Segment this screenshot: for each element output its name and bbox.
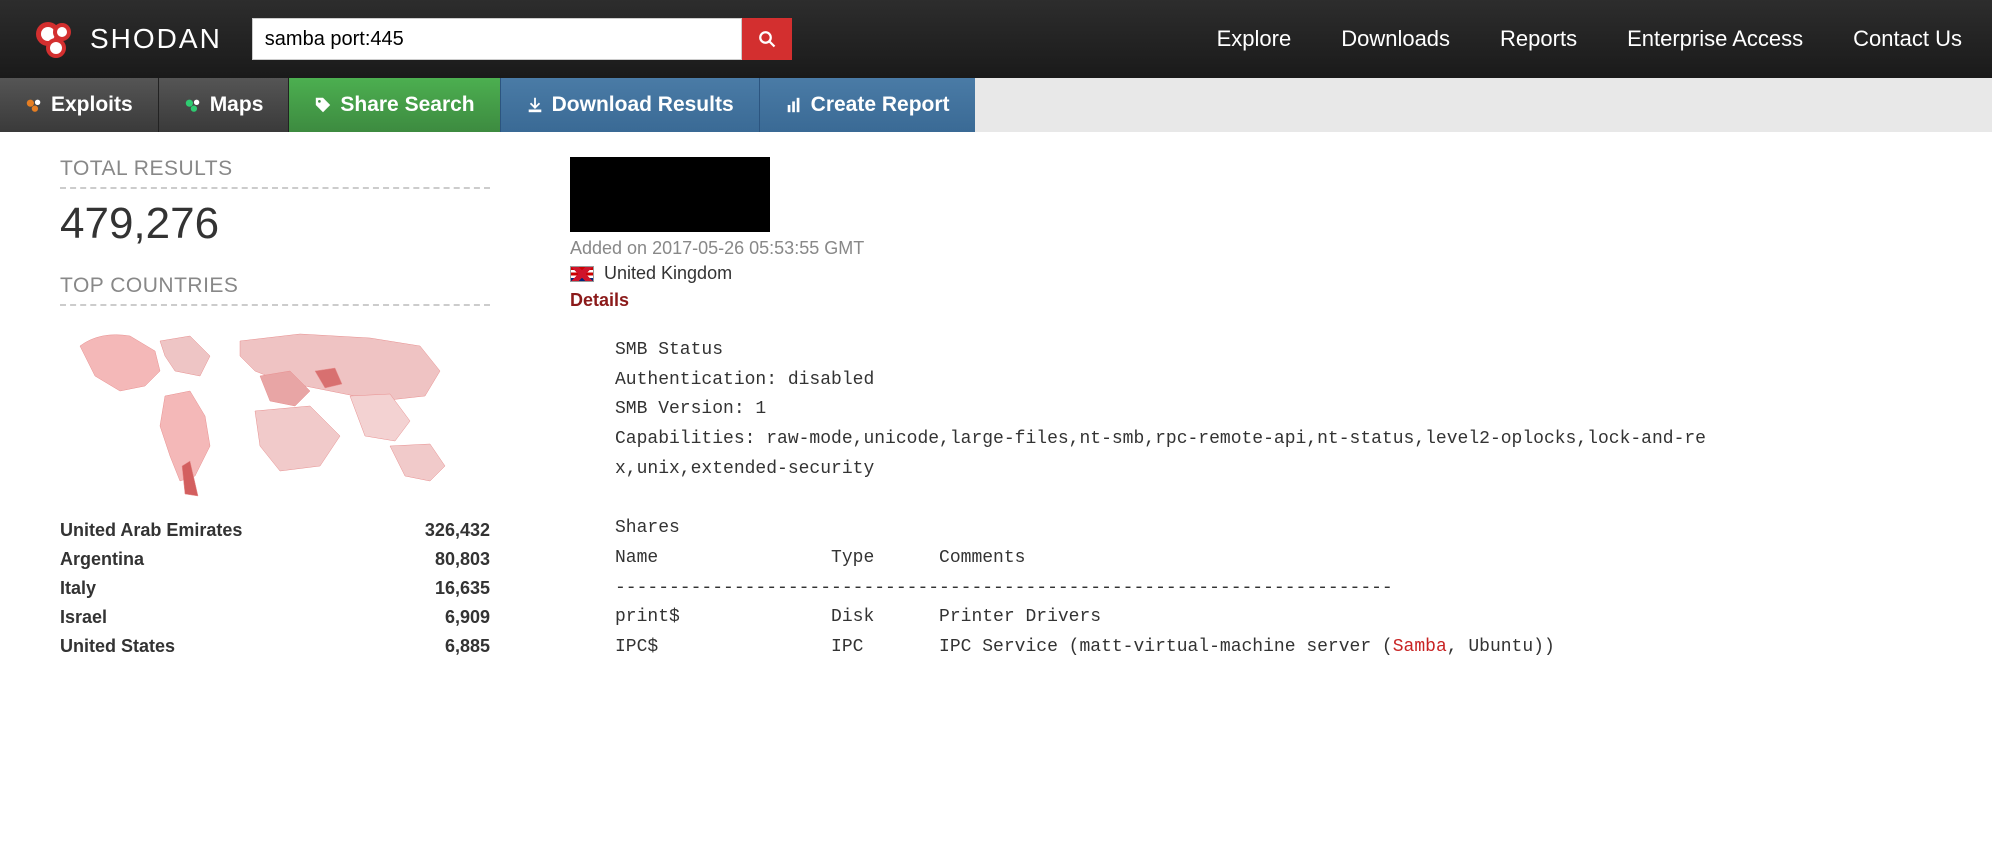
- subnav-maps[interactable]: Maps: [159, 78, 290, 132]
- highlight-samba: Samba: [1393, 637, 1447, 657]
- world-map: [60, 316, 490, 506]
- nav-reports[interactable]: Reports: [1500, 26, 1577, 52]
- uk-flag-icon: [570, 266, 594, 282]
- nav-contact[interactable]: Contact Us: [1853, 26, 1962, 52]
- brand-text: SHODAN: [90, 23, 222, 55]
- country-row[interactable]: United Arab Emirates 326,432: [60, 516, 490, 545]
- total-results-label: TOTAL RESULTS: [60, 157, 490, 189]
- details-link[interactable]: Details: [570, 290, 1992, 311]
- country-row[interactable]: Israel 6,909: [60, 603, 490, 632]
- subnav-exploits[interactable]: Exploits: [0, 78, 159, 132]
- search-icon: [758, 30, 776, 48]
- download-icon: [526, 96, 544, 114]
- logo[interactable]: SHODAN: [30, 14, 222, 64]
- country-count: 326,432: [425, 520, 490, 541]
- nav-downloads[interactable]: Downloads: [1341, 26, 1450, 52]
- country-name: United Arab Emirates: [60, 520, 242, 541]
- country-name: United States: [60, 636, 175, 657]
- result-country: United Kingdom: [604, 263, 732, 284]
- subnav-maps-label: Maps: [210, 93, 264, 117]
- country-count: 6,909: [445, 607, 490, 628]
- top-countries-label: TOP COUNTRIES: [60, 274, 490, 306]
- subnav-exploits-label: Exploits: [51, 93, 133, 117]
- country-count: 80,803: [435, 549, 490, 570]
- chart-icon: [785, 96, 803, 114]
- nav-explore[interactable]: Explore: [1217, 26, 1292, 52]
- country-name: Italy: [60, 578, 96, 599]
- search-form: [252, 18, 792, 60]
- molecule-icon: [25, 96, 43, 114]
- subnav-share[interactable]: Share Search: [289, 78, 499, 132]
- redacted-block: [570, 157, 770, 232]
- country-count: 16,635: [435, 578, 490, 599]
- subnav-report[interactable]: Create Report: [759, 78, 975, 132]
- country-row[interactable]: Italy 16,635: [60, 574, 490, 603]
- subnav-share-label: Share Search: [340, 93, 474, 117]
- subnav-download[interactable]: Download Results: [500, 78, 759, 132]
- top-nav-links: Explore Downloads Reports Enterprise Acc…: [1217, 26, 1962, 52]
- country-row[interactable]: Argentina 80,803: [60, 545, 490, 574]
- shodan-logo-icon: [30, 14, 80, 64]
- tag-icon: [314, 96, 332, 114]
- country-name: Argentina: [60, 549, 144, 570]
- subnav-report-label: Create Report: [811, 93, 950, 117]
- search-button[interactable]: [742, 18, 792, 60]
- country-name: Israel: [60, 607, 107, 628]
- total-results-value: 479,276: [60, 199, 490, 249]
- smb-raw-block: SMB Status Authentication: disabled SMB …: [615, 336, 1992, 663]
- search-input[interactable]: [252, 18, 742, 60]
- added-timestamp: Added on 2017-05-26 05:53:55 GMT: [570, 238, 1992, 259]
- country-count: 6,885: [445, 636, 490, 657]
- nav-enterprise[interactable]: Enterprise Access: [1627, 26, 1803, 52]
- subnav-download-label: Download Results: [552, 93, 734, 117]
- country-row[interactable]: United States 6,885: [60, 632, 490, 661]
- molecule-icon: [184, 96, 202, 114]
